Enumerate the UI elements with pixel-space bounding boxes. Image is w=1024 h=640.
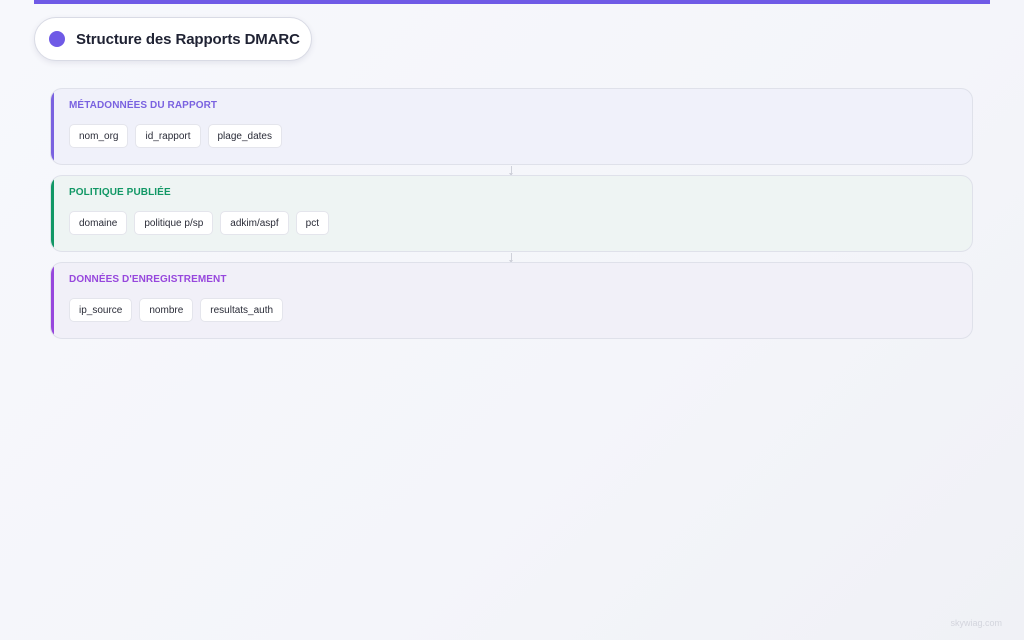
connector-arrow-icon <box>509 166 513 176</box>
top-accent-bar <box>34 0 990 4</box>
connector-arrow-icon <box>509 253 513 263</box>
layer-title: Métadonnées du Rapport <box>69 100 218 111</box>
layer-title: Politique Publiée <box>69 187 171 198</box>
chip-resultats-auth: resultats_auth <box>200 298 284 322</box>
chip-list: ip_source nombre resultats_auth <box>69 298 284 322</box>
chip-adkim-aspf: adkim/aspf <box>220 211 289 235</box>
chip-nombre: nombre <box>139 298 194 322</box>
chip-ip-source: ip_source <box>69 298 133 322</box>
layer-report-metadata: Métadonnées du Rapport nom_org id_rappor… <box>50 88 973 165</box>
layer-record-data: Données d'Enregistrement ip_source nombr… <box>50 262 973 339</box>
title-dot-icon <box>49 31 65 47</box>
page-title: Structure des Rapports DMARC <box>76 30 300 48</box>
chip-list: domaine politique p/sp adkim/aspf pct <box>69 211 329 235</box>
watermark: skywiag.com <box>950 618 1002 628</box>
chip-list: nom_org id_rapport plage_dates <box>69 124 282 148</box>
title-pill: Structure des Rapports DMARC <box>34 17 312 61</box>
layer-published-policy: Politique Publiée domaine politique p/sp… <box>50 175 973 252</box>
layer-title: Données d'Enregistrement <box>69 274 227 285</box>
chip-id-rapport: id_rapport <box>135 124 201 148</box>
chip-domaine: domaine <box>69 211 128 235</box>
chip-nom-org: nom_org <box>69 124 129 148</box>
chip-politique: politique p/sp <box>134 211 214 235</box>
chip-plage-dates: plage_dates <box>207 124 282 148</box>
chip-pct: pct <box>295 211 329 235</box>
